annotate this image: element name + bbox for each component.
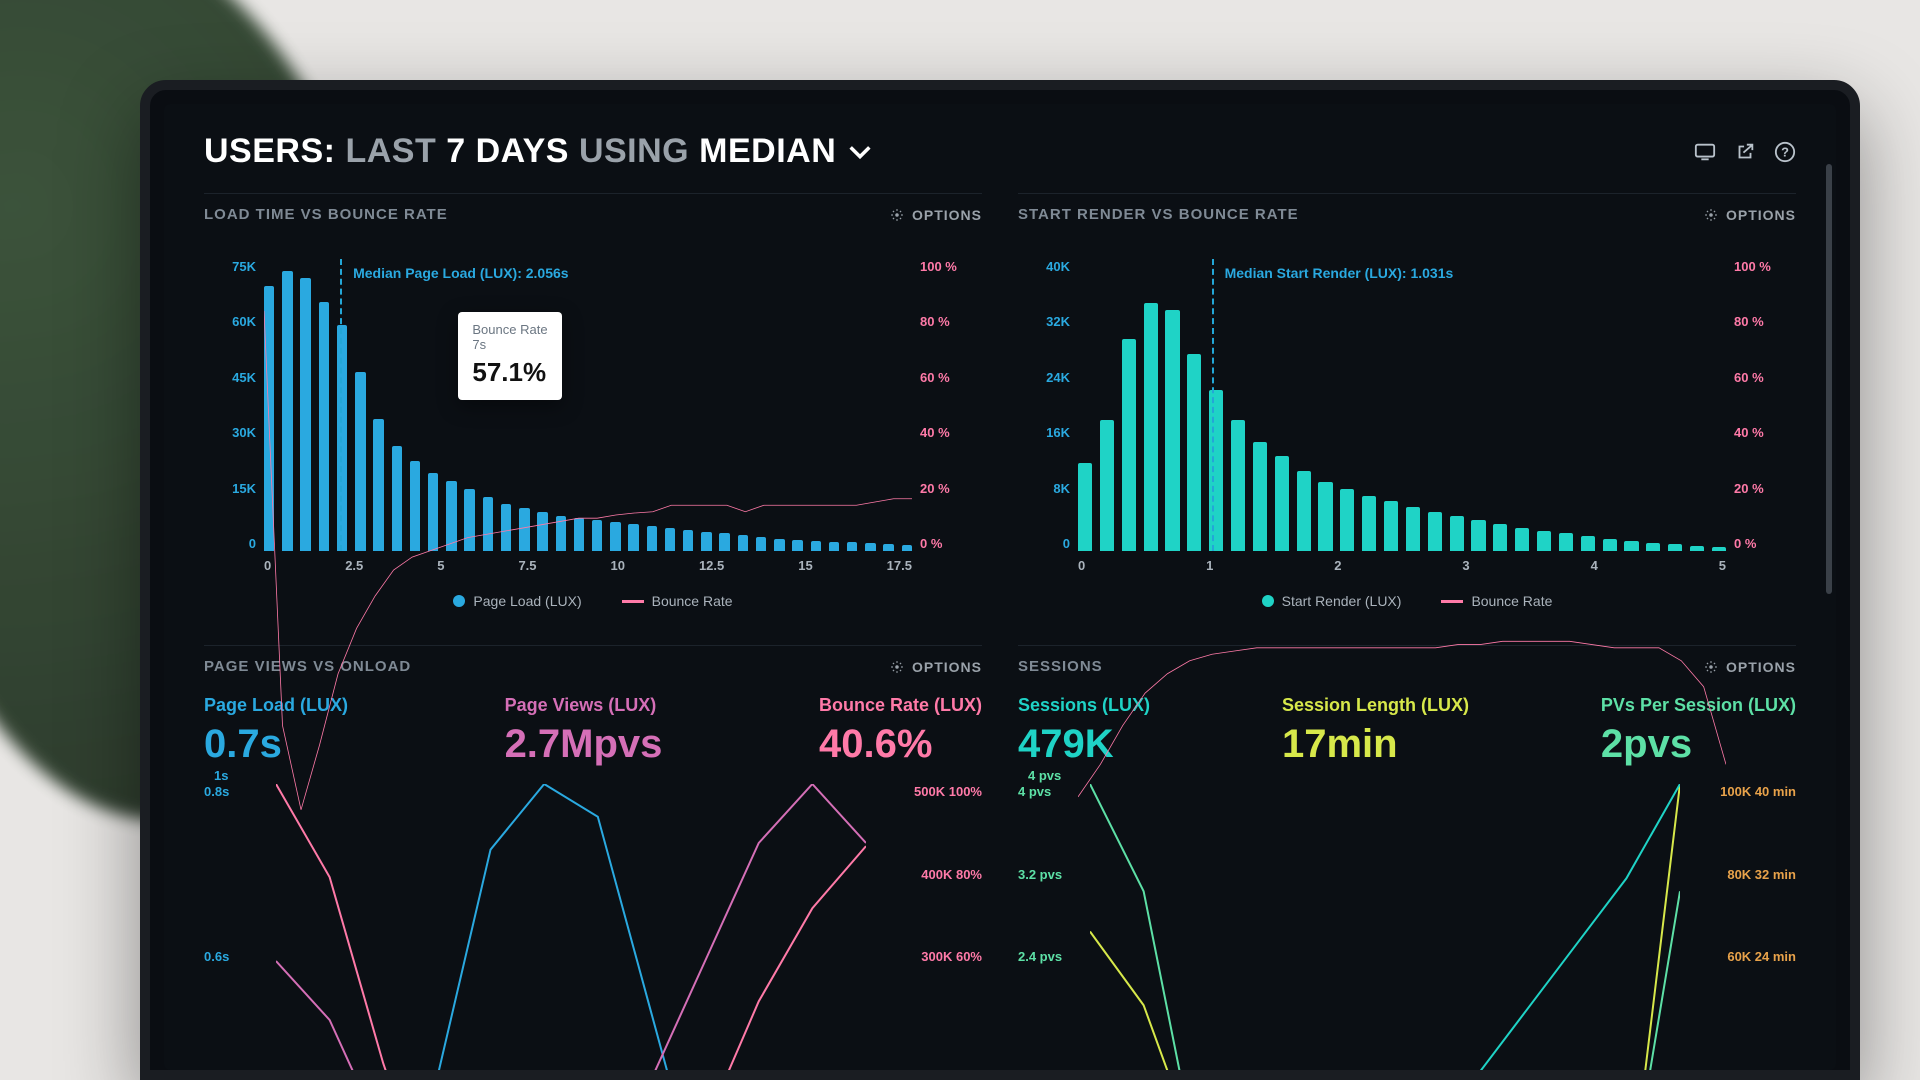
mini-y-right: 80K 32 min <box>1686 867 1796 882</box>
y-left-tick: 75K <box>204 259 256 274</box>
mini-y-left: 0.8s <box>204 784 272 799</box>
y-right-tick: 100 % <box>1734 259 1796 274</box>
display-icon[interactable] <box>1694 141 1716 163</box>
gear-icon <box>1704 208 1718 222</box>
y-left-tick: 45K <box>204 370 256 385</box>
x-tick: 2 <box>1334 558 1341 573</box>
x-tick: 12.5 <box>699 558 724 573</box>
mini-y-right: 60K 24 min <box>1686 949 1796 964</box>
mini-y-left: 4 pvs <box>1018 784 1086 799</box>
chart-pageviews-onload: 0.6s0.8s1s500K 100%400K 80%300K 60% <box>204 784 982 964</box>
mini-y-left: 0.6s <box>204 949 272 964</box>
laptop-frame: USERS: LAST 7 DAYS USING MEDIAN ? <box>140 80 1860 1080</box>
chart-load-bounce: 0 15K 30K 45K 60K 75K 0 % 20 % 40 % 60 % 80 % 100 %… <box>204 239 982 609</box>
y-left-tick: 15K <box>204 481 256 496</box>
y-left-tick: 0 <box>1018 536 1070 551</box>
share-icon[interactable] <box>1734 141 1756 163</box>
svg-text:?: ? <box>1781 144 1789 159</box>
legend-bars[interactable]: Start Render (LUX) <box>1262 593 1402 609</box>
y-left-tick: 8K <box>1018 481 1070 496</box>
chart-render-bounce: 0 8K 16K 24K 32K 40K 0 % 20 % 40 % 60 % 80 % 100 % M… <box>1018 239 1796 609</box>
x-tick: 2.5 <box>345 558 363 573</box>
mini-y-left: 2.4 pvs <box>1018 949 1086 964</box>
median-label: Median Page Load (LUX): 2.056s <box>353 265 569 281</box>
y-right-tick: 40 % <box>920 425 982 440</box>
plot-area[interactable]: Median Page Load (LUX): 2.056sBounce Rat… <box>264 259 912 551</box>
x-tick: 5 <box>1719 558 1726 573</box>
y-left-tick: 16K <box>1018 425 1070 440</box>
y-right-tick: 80 % <box>920 314 982 329</box>
x-tick: 1 <box>1206 558 1213 573</box>
panel-load-bounce: LOAD TIME VS BOUNCE RATE OPTIONS 0 15K 30K… <box>204 193 982 609</box>
options-button[interactable]: OPTIONS <box>1704 207 1796 223</box>
y-left-tick: 24K <box>1018 370 1070 385</box>
chart-sessions: 2.4 pvs3.2 pvs4 pvs4 pvs100K 40 min80K 3… <box>1018 784 1796 964</box>
plot-area[interactable] <box>1090 784 1680 964</box>
help-icon[interactable]: ? <box>1774 141 1796 163</box>
options-button[interactable]: OPTIONS <box>890 207 982 223</box>
plot-area[interactable]: Median Start Render (LUX): 1.031s <box>1078 259 1726 551</box>
y-right-tick: 0 % <box>1734 536 1796 551</box>
y-left-tick: 0 <box>204 536 256 551</box>
x-tick: 0 <box>1078 558 1085 573</box>
x-tick: 3 <box>1462 558 1469 573</box>
x-tick: 4 <box>1591 558 1598 573</box>
legend-line[interactable]: Bounce Rate <box>1441 593 1552 609</box>
y-right-tick: 20 % <box>1734 481 1796 496</box>
y-left-tick: 60K <box>204 314 256 329</box>
mini-y-right: 300K 60% <box>872 949 982 964</box>
mini-sub-label: 4 pvs <box>1028 768 1061 783</box>
gear-icon <box>890 208 904 222</box>
y-right-tick: 60 % <box>1734 370 1796 385</box>
y-left-tick: 40K <box>1018 259 1070 274</box>
y-left-tick: 32K <box>1018 314 1070 329</box>
title-range: 7 DAYS <box>446 132 569 171</box>
dashboard-screen: USERS: LAST 7 DAYS USING MEDIAN ? <box>164 104 1836 1070</box>
legend-line[interactable]: Bounce Rate <box>622 593 733 609</box>
mini-y-right: 400K 80% <box>872 867 982 882</box>
panel-title: START RENDER VS BOUNCE RATE <box>1018 206 1299 223</box>
legend-bars[interactable]: Page Load (LUX) <box>453 593 581 609</box>
plot-area[interactable] <box>276 784 866 964</box>
y-right-tick: 0 % <box>920 536 982 551</box>
title-range-lead: LAST <box>345 132 436 171</box>
y-left-tick: 30K <box>204 425 256 440</box>
x-tick: 7.5 <box>518 558 536 573</box>
y-right-tick: 80 % <box>1734 314 1796 329</box>
chevron-down-icon <box>846 138 874 166</box>
x-tick: 0 <box>264 558 271 573</box>
x-tick: 5 <box>437 558 444 573</box>
title-metric: MEDIAN <box>699 132 836 171</box>
x-tick: 10 <box>611 558 625 573</box>
panel-title: LOAD TIME VS BOUNCE RATE <box>204 206 448 223</box>
x-tick: 15 <box>798 558 812 573</box>
mini-y-left: 3.2 pvs <box>1018 867 1086 882</box>
y-right-tick: 60 % <box>920 370 982 385</box>
y-right-tick: 100 % <box>920 259 982 274</box>
mini-sub-label: 1s <box>214 768 228 783</box>
mini-y-right: 100K 40 min <box>1686 784 1796 799</box>
x-tick: 17.5 <box>887 558 912 573</box>
scrollbar[interactable] <box>1826 164 1832 594</box>
panel-render-bounce: START RENDER VS BOUNCE RATE OPTIONS 0 8K 1… <box>1018 193 1796 609</box>
mini-y-right: 500K 100% <box>872 784 982 799</box>
y-right-tick: 20 % <box>920 481 982 496</box>
median-label: Median Start Render (LUX): 1.031s <box>1225 265 1454 281</box>
title-prefix: USERS: <box>204 132 335 171</box>
title-using: USING <box>579 132 689 171</box>
page-title-dropdown[interactable]: USERS: LAST 7 DAYS USING MEDIAN <box>204 132 874 171</box>
y-right-tick: 40 % <box>1734 425 1796 440</box>
